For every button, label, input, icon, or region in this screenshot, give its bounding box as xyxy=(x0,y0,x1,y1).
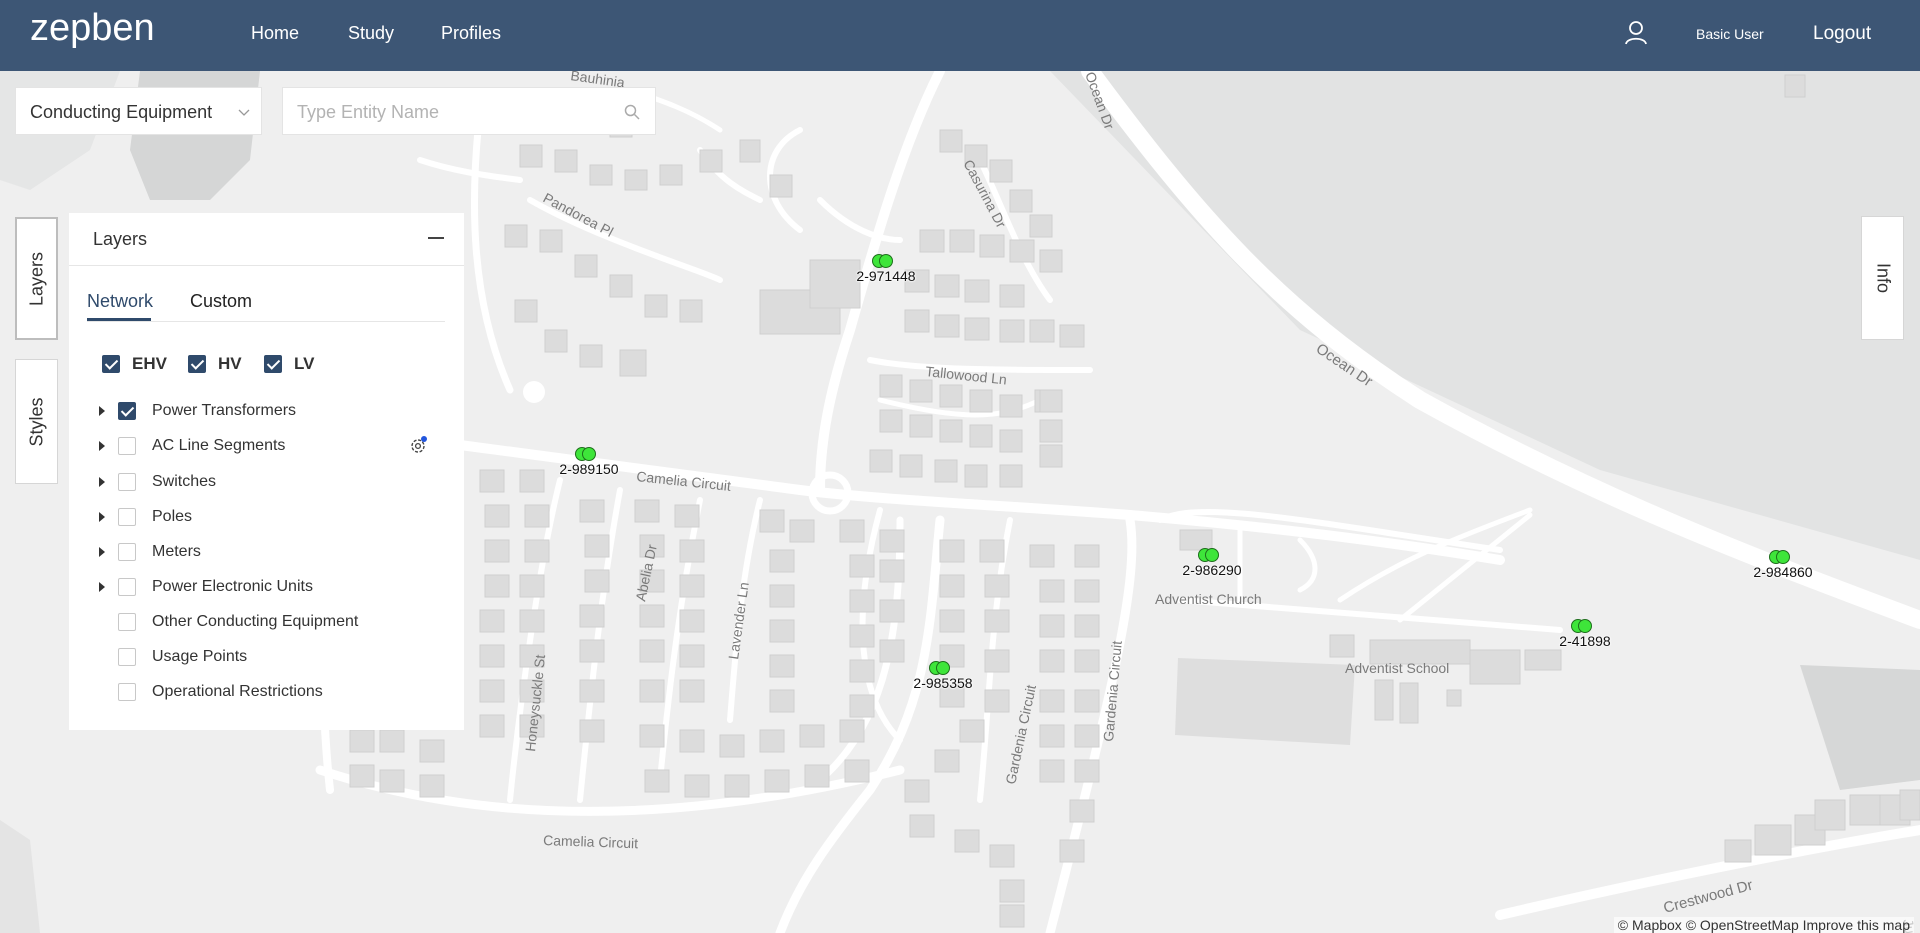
layer-checkbox[interactable] xyxy=(118,613,136,631)
logo-text: zepben xyxy=(30,7,155,49)
layer-row-meters[interactable]: Meters xyxy=(69,538,464,566)
layer-checkbox[interactable] xyxy=(118,473,136,491)
checkbox-ehv[interactable] xyxy=(102,355,120,373)
transformer-symbol-icon[interactable] xyxy=(575,447,599,461)
layers-panel-title: Layers xyxy=(93,229,148,249)
tab-custom[interactable]: Custom xyxy=(190,291,252,312)
layer-label: Power Electronic Units xyxy=(152,578,313,595)
place-label: Adventist School xyxy=(1345,660,1449,676)
expand-caret-icon[interactable] xyxy=(99,547,105,557)
chevron-down-icon[interactable] xyxy=(237,105,251,119)
tab-layers[interactable]: Layers xyxy=(15,217,58,340)
tab-styles[interactable]: Styles xyxy=(15,359,58,484)
entity-type-select[interactable]: Conducting Equipment xyxy=(15,87,262,135)
tab-info-label: Info xyxy=(1873,262,1893,294)
gear-icon[interactable] xyxy=(407,435,429,457)
layer-label: Switches xyxy=(152,473,217,490)
layer-row-usage-points[interactable]: Usage Points xyxy=(69,643,464,671)
tab-layers-label: Layers xyxy=(26,251,46,306)
layer-label: Other Conducting Equipment xyxy=(152,613,359,630)
entity-type-value: Conducting Equipment xyxy=(30,102,213,122)
user-icon[interactable] xyxy=(1621,18,1651,48)
map-attribution[interactable]: © Mapbox © OpenStreetMap Improve this ma… xyxy=(1613,917,1914,933)
transformer-symbol-icon[interactable] xyxy=(929,661,953,675)
logout-button[interactable]: Logout xyxy=(1813,23,1871,45)
layer-label: Meters xyxy=(152,543,201,560)
layer-label: Power Transformers xyxy=(152,402,297,419)
layer-checkbox[interactable] xyxy=(118,683,136,701)
user-name: Basic User xyxy=(1696,26,1764,42)
transformer-symbol-icon[interactable] xyxy=(872,254,896,268)
marker-label: 2-985358 xyxy=(913,675,973,691)
layer-label: Usage Points xyxy=(152,648,248,665)
nav-study[interactable]: Study xyxy=(348,23,394,44)
tab-network[interactable]: Network xyxy=(87,291,153,312)
search-input[interactable] xyxy=(295,96,609,128)
expand-caret-icon[interactable] xyxy=(99,582,105,592)
tab-info[interactable]: Info xyxy=(1861,216,1904,340)
marker-label: 2-984860 xyxy=(1753,564,1813,580)
layer-label: Operational Restrictions xyxy=(152,683,323,700)
layer-label: Poles xyxy=(152,508,193,525)
marker-label: 2-41898 xyxy=(1559,633,1611,649)
transformer-symbol-icon[interactable] xyxy=(1769,550,1793,564)
zepben-logo[interactable]: zepben xyxy=(30,4,160,62)
layer-row-ac-line-segments[interactable]: AC Line Segments xyxy=(69,432,464,460)
layer-row-operational-restrictions[interactable]: Operational Restrictions xyxy=(69,678,464,706)
layer-checkbox[interactable] xyxy=(118,437,136,455)
expand-caret-icon[interactable] xyxy=(99,406,105,416)
place-label: Adventist Church xyxy=(1155,591,1262,607)
street-label: Camelia Circuit xyxy=(543,832,639,851)
transformer-symbol-icon[interactable] xyxy=(1198,548,1222,562)
tab-styles-label: Styles xyxy=(26,396,46,447)
expand-caret-icon[interactable] xyxy=(99,512,105,522)
marker-label: 2-971448 xyxy=(856,268,916,284)
layers-panel-header: Layers xyxy=(69,213,464,266)
layer-checkbox[interactable] xyxy=(118,508,136,526)
nav-profiles[interactable]: Profiles xyxy=(441,23,501,44)
checkbox-lv[interactable] xyxy=(264,355,282,373)
marker-label: 2-989150 xyxy=(559,461,619,477)
active-tab-indicator xyxy=(87,318,151,321)
checkbox-hv[interactable] xyxy=(188,355,206,373)
search-icon[interactable] xyxy=(623,103,641,121)
top-navigation-bar: zepben Home Study Profiles Basic User Lo… xyxy=(0,0,1920,71)
layer-row-switches[interactable]: Switches xyxy=(69,468,464,496)
entity-search[interactable] xyxy=(282,87,656,135)
layer-label: AC Line Segments xyxy=(152,437,286,454)
expand-caret-icon[interactable] xyxy=(99,441,105,451)
layer-checkbox[interactable] xyxy=(118,648,136,666)
layers-tabs: Network Custom xyxy=(87,277,445,322)
layer-checkbox[interactable] xyxy=(118,543,136,561)
layer-row-other-conducting-equipment[interactable]: Other Conducting Equipment xyxy=(69,608,464,636)
layer-row-poles[interactable]: Poles xyxy=(69,503,464,531)
layer-row-power-electronic-units[interactable]: Power Electronic Units xyxy=(69,573,464,601)
transformer-symbol-icon[interactable] xyxy=(1571,619,1595,633)
layers-panel: Layers Network Custom EHV HV LV Power Tr… xyxy=(69,213,464,730)
layer-checkbox[interactable] xyxy=(118,578,136,596)
collapse-icon[interactable] xyxy=(428,237,444,239)
voltage-label: HV xyxy=(218,354,242,373)
voltage-label: EHV xyxy=(132,354,167,373)
layer-row-power-transformers[interactable]: Power Transformers xyxy=(69,397,464,425)
marker-label: 2-986290 xyxy=(1182,562,1242,578)
voltage-label: LV xyxy=(294,354,315,373)
expand-caret-icon[interactable] xyxy=(99,477,105,487)
nav-home[interactable]: Home xyxy=(251,23,299,44)
layer-checkbox[interactable] xyxy=(118,402,136,420)
